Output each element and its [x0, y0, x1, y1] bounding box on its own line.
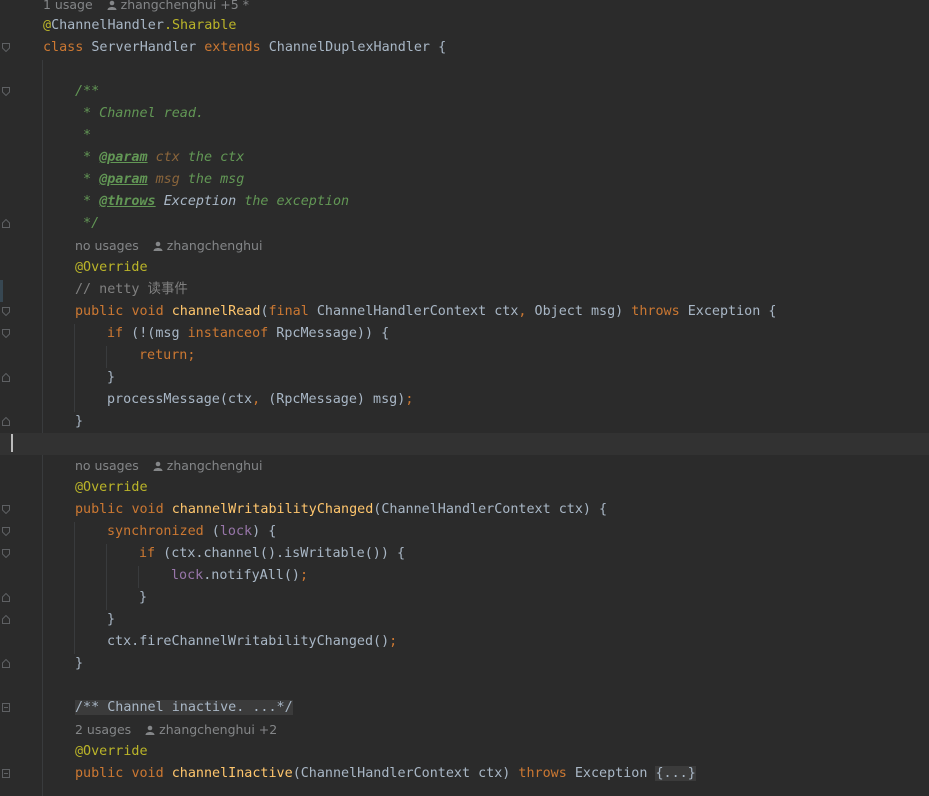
code-line[interactable]: } [0, 411, 929, 433]
author-icon [153, 456, 163, 471]
usage-count[interactable]: no usages [75, 458, 139, 473]
usage-hint[interactable]: 2 usages zhangchenghui +2 [0, 719, 929, 741]
javadoc-line[interactable]: */ [0, 213, 929, 235]
code-line[interactable]: } [0, 587, 929, 609]
usage-hint[interactable]: no usages zhangchenghui [0, 455, 929, 477]
code-line[interactable]: lock.notifyAll(); [0, 565, 929, 587]
javadoc-line[interactable]: * [0, 125, 929, 147]
code-line[interactable]: } [0, 367, 929, 389]
author-name[interactable]: zhangchenghui +2 [159, 722, 277, 737]
javadoc-line[interactable]: /** [0, 81, 929, 103]
code-line[interactable]: ctx.fireChannelWritabilityChanged(); [0, 631, 929, 653]
code-line[interactable]: /** Channel inactive. ...*/ [0, 697, 929, 719]
code-line[interactable]: public void channelWritabilityChanged(Ch… [0, 499, 929, 521]
code-line[interactable]: synchronized (lock) { [0, 521, 929, 543]
author-name[interactable]: zhangchenghui [167, 458, 263, 473]
code-line[interactable]: @Override [0, 257, 929, 279]
code-line[interactable]: return; [0, 345, 929, 367]
code-line[interactable]: if (!(msg instanceof RpcMessage)) { [0, 323, 929, 345]
javadoc-line[interactable]: * Channel read. [0, 103, 929, 125]
code-line[interactable]: @Override [0, 477, 929, 499]
javadoc-line[interactable]: * @param msg the msg [0, 169, 929, 191]
text-caret [11, 434, 13, 452]
usage-count[interactable]: 2 usages [75, 722, 131, 737]
author-name[interactable]: zhangchenghui [167, 238, 263, 253]
code-line[interactable]: if (ctx.channel().isWritable()) { [0, 543, 929, 565]
code-line[interactable]: } [0, 653, 929, 675]
usage-count[interactable]: 1 usage [43, 0, 93, 12]
collapsed-javadoc[interactable]: /** Channel inactive. ...*/ [75, 700, 293, 715]
author-icon [153, 236, 163, 251]
author-icon [107, 0, 117, 10]
usage-count[interactable]: no usages [75, 238, 139, 253]
code-line[interactable]: public void channelInactive(ChannelHandl… [0, 763, 929, 785]
code-line[interactable]: // netty 读事件 [0, 279, 929, 301]
javadoc-line[interactable]: * @param ctx the ctx [0, 147, 929, 169]
usage-hint[interactable]: 1 usage zhangchenghui +5 * [0, 0, 929, 16]
code-line[interactable]: @Override [0, 741, 929, 763]
author-icon [145, 720, 155, 735]
code-line[interactable]: public void channelRead(final ChannelHan… [0, 301, 929, 323]
javadoc-line[interactable]: * @throws Exception the exception [0, 191, 929, 213]
current-line[interactable] [0, 433, 929, 455]
collapsed-body[interactable]: {...} [655, 766, 696, 781]
code-line[interactable]: @ChannelHandler.Sharable [0, 15, 929, 37]
code-line[interactable]: class ServerHandler extends ChannelDuple… [0, 37, 929, 59]
code-line[interactable]: } [0, 609, 929, 631]
usage-hint[interactable]: no usages zhangchenghui [0, 235, 929, 257]
author-name[interactable]: zhangchenghui +5 * [121, 0, 249, 12]
code-line[interactable]: processMessage(ctx, (RpcMessage) msg); [0, 389, 929, 411]
